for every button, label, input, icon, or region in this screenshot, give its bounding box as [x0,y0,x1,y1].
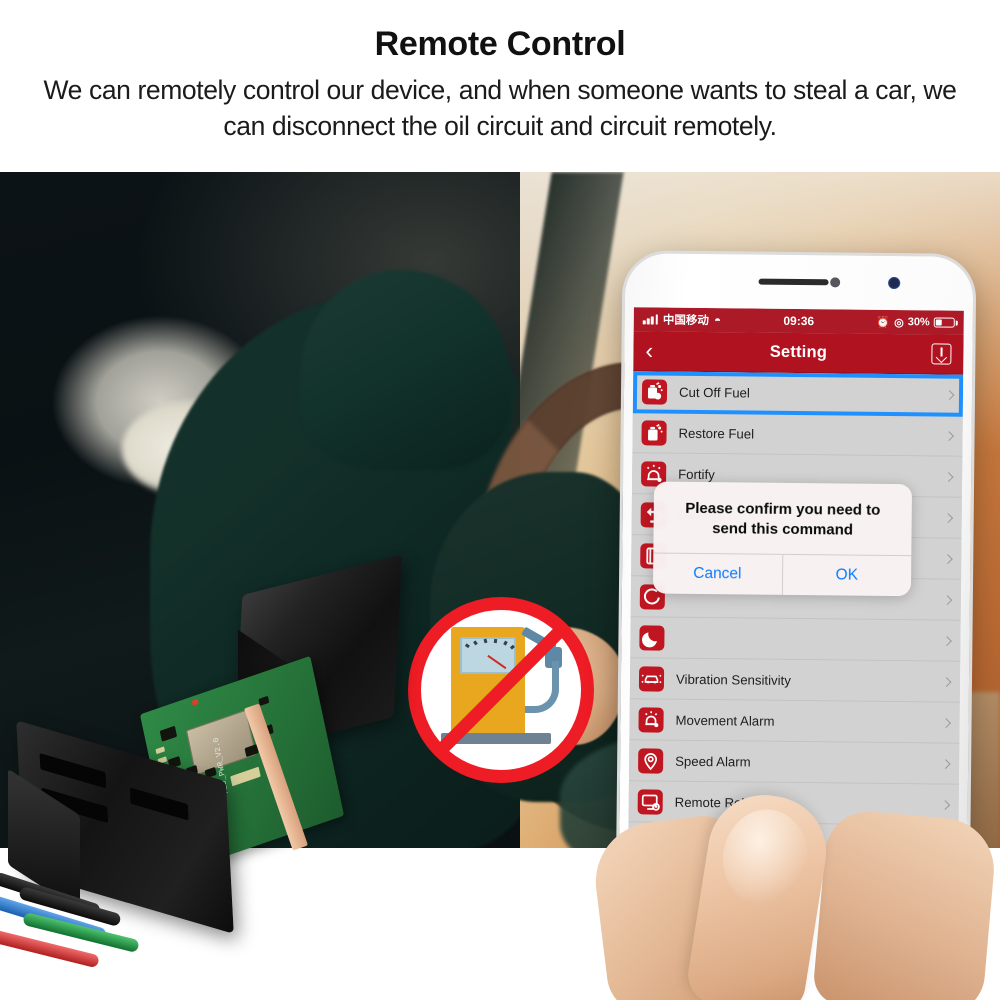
list-item-label: Fortify [678,466,715,482]
location-pin-icon [638,747,664,774]
movement-alarm-icon [638,706,664,733]
page-subtitle: We can remotely control our device, and … [43,75,957,141]
chevron-right-icon [941,676,952,687]
front-camera-icon [887,276,900,290]
nav-bar: ‹ Setting [633,331,964,375]
list-item-vibration-sensitivity[interactable]: Vibration Sensitivity [629,658,961,703]
confirm-dialog: Please confirm you need to send this com… [652,481,913,597]
fuel-cut-icon [641,378,668,405]
list-item-cut-off-fuel[interactable]: Cut Off Fuel [632,371,964,417]
dialog-actions: Cancel OK [652,552,912,597]
status-bar-right: ⏰ ◎ 30% [876,315,955,329]
page-title: Remote Control [374,25,626,63]
chevron-right-icon [943,512,954,523]
right-hand [811,807,999,1000]
reboot-monitor-icon [637,788,663,815]
list-item-movement-alarm[interactable]: Movement Alarm [629,699,960,744]
chevron-right-icon [940,799,951,810]
car-vibration-icon [638,665,665,692]
chevron-right-icon [940,758,951,769]
location-services-icon: ◎ [894,316,904,329]
status-bar: 中国移动 ◓ 09:36 ⏰ ◎ 30% [633,307,964,335]
cancel-button[interactable]: Cancel [653,554,782,595]
alarm-clock-icon: ⏰ [876,316,891,329]
download-box-icon[interactable] [931,343,952,365]
chevron-right-icon [941,635,952,646]
screen-title: Setting [769,342,828,362]
proximity-sensor-icon [830,277,841,288]
chevron-right-icon [941,717,952,728]
list-item-label: Restore Fuel [678,425,755,442]
earpiece-speaker-icon [758,278,829,286]
phone-earpiece-area [625,253,974,311]
phone-screen: 中国移动 ◓ 09:36 ⏰ ◎ 30% ‹ Setting Cut Off F… [628,307,964,848]
banner: Remote Control We can remotely control o… [0,0,1000,172]
signal-bars-icon [642,314,658,325]
dialog-message: Please confirm you need to send this com… [685,499,881,539]
moon-sleep-icon [639,624,665,651]
list-item-label: Cut Off Fuel [678,384,750,401]
chevron-right-icon [942,594,953,605]
wifi-icon: ◓ [713,313,722,328]
battery-icon [933,317,955,328]
smartphone: 中国移动 ◓ 09:36 ⏰ ◎ 30% ‹ Setting Cut Off F… [618,253,974,848]
carrier-label: 中国移动 [662,314,709,328]
list-item-hidden-sleep[interactable] [630,617,961,662]
chevron-right-icon [944,430,955,441]
chevron-right-icon [942,553,953,564]
gauge-needle [487,654,507,670]
list-item-restore-fuel[interactable]: Restore Fuel [632,412,963,457]
battery-percent-label: 30% [907,316,930,329]
list-item-label: Speed Alarm [675,753,751,770]
status-bar-left: 中国移动 ◓ [642,311,722,328]
fuel-restore-icon [641,419,667,446]
list-item-label: Vibration Sensitivity [675,671,791,688]
chevron-right-icon [944,389,955,400]
list-item-label: Movement Alarm [675,712,775,729]
ok-button[interactable]: OK [781,554,912,597]
list-item-speed-alarm[interactable]: Speed Alarm [628,740,960,785]
settings-list: Cut Off Fuel Restore Fuel Fortify Vibrat… [628,371,964,848]
page-root: Remote Control We can remotely control o… [0,0,1000,1000]
gps-relay-device: 720_PWR_V2.0 [0,554,470,1000]
chevron-right-icon [943,471,954,482]
